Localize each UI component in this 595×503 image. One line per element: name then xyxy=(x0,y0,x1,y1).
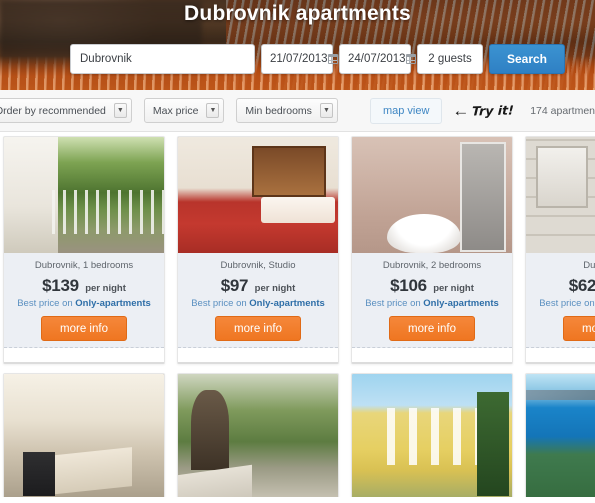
calendar-icon xyxy=(405,54,416,64)
max-price-dropdown[interactable]: Max price ▼ xyxy=(143,98,225,123)
apartment-photo[interactable] xyxy=(178,374,338,497)
apartment-price: $97 xyxy=(220,276,249,295)
sea-view-photo xyxy=(526,374,595,497)
chevron-down-icon: ▼ xyxy=(206,103,220,118)
apartment-card[interactable]: Dubrovnik, 2 bedrooms $106 per night Bes… xyxy=(351,136,513,364)
best-price-prefix: Best price on xyxy=(539,298,595,309)
apartment-row-1: Dubrovnik, 1 bedrooms $139 per night Bes… xyxy=(0,136,595,364)
card-footer xyxy=(178,348,338,362)
results-count: 174 apartmen xyxy=(530,104,595,117)
checkin-date-value: 21/07/2013 xyxy=(270,53,328,65)
left-arrow-icon: ← xyxy=(452,101,470,120)
min-bedrooms-dropdown[interactable]: Min bedrooms ▼ xyxy=(236,98,338,123)
best-price-note: Best price on Only-apartments xyxy=(184,298,332,309)
apartment-card-body: Dubrovnik, Studio $97 per night Best pri… xyxy=(178,253,338,348)
yellow-house-photo xyxy=(352,374,512,497)
apartment-price-line: $106 per night xyxy=(358,276,506,296)
apartment-location: Dubrovnik, 1 bedrooms xyxy=(34,260,134,271)
checkout-date-input[interactable]: 24/07/2013 xyxy=(339,44,416,74)
apartment-grid: Dubrovnik, 1 bedrooms $139 per night Bes… xyxy=(0,132,595,497)
apartment-price-line: $97 per night xyxy=(184,276,332,296)
page-title: Dubrovnik apartments xyxy=(184,2,411,25)
apartment-photo[interactable] xyxy=(352,137,512,253)
map-view-button[interactable]: map view xyxy=(369,97,443,124)
best-price-prefix: Best price on xyxy=(365,298,424,309)
terrace-table-photo xyxy=(4,374,164,497)
chevron-down-icon: ▼ xyxy=(113,103,127,118)
apartment-card[interactable]: Dubrovnik, $62 per night Best price on O… xyxy=(525,136,595,364)
checkout-date-value: 24/07/2013 xyxy=(348,53,406,65)
apartment-card[interactable] xyxy=(351,373,513,497)
stone-path-arch-photo xyxy=(178,374,338,497)
order-by-dropdown[interactable]: Order by recommended ▼ xyxy=(0,98,132,123)
best-price-note: Best price on Only-apartments xyxy=(10,298,158,309)
bathroom-photo xyxy=(352,137,512,253)
apartment-price: $62 xyxy=(568,276,595,295)
try-it-label: Try it! xyxy=(472,102,515,119)
chevron-down-icon: ▼ xyxy=(319,103,333,118)
more-info-button[interactable]: more info xyxy=(563,316,595,341)
guests-selector[interactable]: 2 guests xyxy=(417,44,483,74)
per-night-label: per night xyxy=(433,283,474,294)
max-price-label: Max price xyxy=(152,104,199,117)
apartment-price-line: $62 per night xyxy=(532,276,595,296)
apartment-location: Dubrovnik, Studio xyxy=(220,260,296,271)
checkin-date-input[interactable]: 21/07/2013 xyxy=(261,44,338,74)
page-root: Dubrovnik apartments Dubrovnik 21/07/201… xyxy=(0,0,595,503)
apartment-card[interactable] xyxy=(525,373,595,497)
apartment-price-line: $139 per night xyxy=(10,276,158,296)
card-footer xyxy=(4,348,164,362)
search-button[interactable]: Search xyxy=(489,44,565,74)
bedroom-photo xyxy=(178,137,338,253)
balcony-terrace-photo xyxy=(4,137,164,253)
apartment-card[interactable]: Dubrovnik, Studio $97 per night Best pri… xyxy=(177,136,339,364)
more-info-button[interactable]: more info xyxy=(389,316,475,341)
apartment-photo[interactable] xyxy=(4,137,164,253)
apartment-photo[interactable] xyxy=(526,374,595,497)
more-info-button[interactable]: more info xyxy=(41,316,127,341)
apartment-photo[interactable] xyxy=(178,137,338,253)
apartment-price: $106 xyxy=(390,276,427,295)
card-footer xyxy=(526,348,595,362)
card-footer xyxy=(352,348,512,362)
try-it-annotation: ← Try it! xyxy=(452,102,514,119)
best-price-brand: Only-apartments xyxy=(423,298,499,309)
apartment-location: Dubrovnik, xyxy=(583,260,595,271)
apartment-card[interactable]: Dubrovnik, 1 bedrooms $139 per night Bes… xyxy=(3,136,165,364)
apartment-photo[interactable] xyxy=(352,374,512,497)
calendar-icon xyxy=(327,54,338,64)
apartment-price: $139 xyxy=(42,276,79,295)
stone-wall-patio-photo xyxy=(526,137,595,253)
best-price-prefix: Best price on xyxy=(191,298,250,309)
apartment-card[interactable] xyxy=(3,373,165,497)
best-price-prefix: Best price on xyxy=(17,298,76,309)
apartment-card-body: Dubrovnik, 2 bedrooms $106 per night Bes… xyxy=(352,253,512,348)
min-bedrooms-label: Min bedrooms xyxy=(245,104,312,117)
search-bar: Dubrovnik 21/07/2013 24/07/2013 2 guests… xyxy=(70,44,565,74)
apartment-card[interactable] xyxy=(177,373,339,497)
apartment-location: Dubrovnik, 2 bedrooms xyxy=(382,260,482,271)
apartment-photo[interactable] xyxy=(4,374,164,497)
best-price-note: Best price on Only-apartments xyxy=(358,298,506,309)
apartment-card-body: Dubrovnik, 1 bedrooms $139 per night Bes… xyxy=(4,253,164,348)
filter-bar: Order by recommended ▼ Max price ▼ Min b… xyxy=(0,90,595,132)
apartment-photo[interactable] xyxy=(526,137,595,253)
apartment-row-2 xyxy=(0,373,595,497)
apartment-card-body: Dubrovnik, $62 per night Best price on O… xyxy=(526,253,595,348)
order-by-label: Order by recommended xyxy=(0,104,106,117)
per-night-label: per night xyxy=(254,283,296,294)
best-price-brand: Only-apartments xyxy=(249,298,325,309)
destination-input[interactable]: Dubrovnik xyxy=(70,44,255,74)
best-price-note: Best price on Only-apartments xyxy=(532,298,595,309)
more-info-button[interactable]: more info xyxy=(215,316,301,341)
per-night-label: per night xyxy=(85,283,126,294)
best-price-brand: Only-apartments xyxy=(75,298,151,309)
